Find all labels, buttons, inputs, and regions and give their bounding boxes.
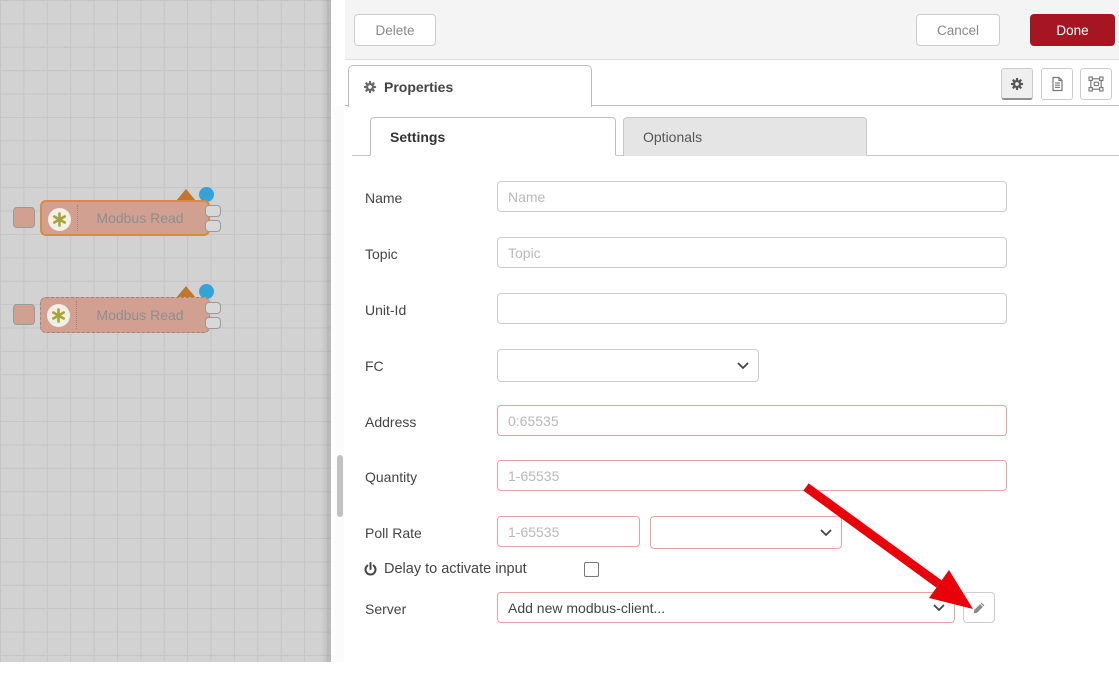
form-tab-bar: Settings Optionals: [352, 117, 1119, 156]
node-input-port[interactable]: [13, 304, 35, 325]
edit-node-panel: Delete Cancel Done Properties: [345, 0, 1119, 680]
server-select-value: Add new modbus-client...: [508, 600, 665, 616]
node-label: Modbus Read: [84, 202, 196, 234]
delete-button[interactable]: Delete: [354, 14, 436, 46]
address-label: Address: [365, 414, 416, 430]
unit-id-input[interactable]: [497, 293, 1007, 324]
flow-canvas[interactable]: Modbus Read: [0, 0, 331, 662]
node-red-editor: Modbus Read: [0, 0, 1119, 680]
fc-label: FC: [365, 358, 384, 374]
edit-description-button[interactable]: [1041, 68, 1073, 100]
doc-icon: [1050, 76, 1065, 92]
properties-tab-bar: Properties: [345, 60, 1119, 106]
quantity-label: Quantity: [365, 469, 417, 485]
server-select[interactable]: Add new modbus-client...: [497, 592, 955, 623]
chevron-down-icon: [933, 604, 945, 612]
gear-icon: [1010, 77, 1024, 91]
name-input[interactable]: [497, 181, 1007, 212]
fc-select[interactable]: [497, 349, 759, 382]
node-icon-divider: [76, 301, 77, 329]
gear-icon: [363, 80, 377, 94]
chevron-down-icon: [737, 362, 749, 370]
modbus-asterisk-icon: [48, 208, 71, 231]
appearance-icon: [1088, 76, 1104, 92]
edit-appearance-button[interactable]: [1080, 68, 1112, 100]
node-output-port-2[interactable]: [205, 317, 221, 329]
power-icon: [363, 562, 378, 577]
delay-activate-checkbox[interactable]: [584, 562, 599, 577]
optionals-tab-label: Optionals: [643, 129, 702, 145]
edit-properties-button[interactable]: [1001, 68, 1033, 100]
quantity-input[interactable]: [497, 460, 1007, 491]
node-output-port-1[interactable]: [205, 302, 221, 314]
tab-optionals[interactable]: Optionals: [623, 117, 867, 156]
topic-input[interactable]: [497, 237, 1007, 268]
server-label: Server: [365, 601, 406, 617]
tab-settings[interactable]: Settings: [370, 117, 616, 156]
flow-node-modbus-read-2[interactable]: Modbus Read: [13, 283, 235, 339]
tab-properties[interactable]: Properties: [348, 65, 592, 107]
panel-scrollbar-thumb[interactable]: [337, 455, 343, 517]
panel-scrollbar-track[interactable]: [334, 106, 344, 662]
node-input-port[interactable]: [13, 207, 35, 228]
name-label: Name: [365, 190, 402, 206]
poll-rate-unit-select[interactable]: [650, 516, 842, 549]
node-icon-divider: [77, 205, 78, 231]
poll-rate-label: Poll Rate: [365, 525, 422, 541]
properties-tab-label: Properties: [384, 79, 453, 95]
node-output-port-1[interactable]: [205, 205, 221, 217]
cancel-button[interactable]: Cancel: [916, 14, 1000, 46]
node-label: Modbus Read: [83, 298, 197, 332]
settings-tab-label: Settings: [390, 129, 445, 145]
poll-rate-input[interactable]: [497, 516, 640, 547]
delay-activate-label: Delay to activate input: [363, 561, 527, 577]
address-input[interactable]: [497, 405, 1007, 436]
edit-panel-header: Delete Cancel Done: [345, 0, 1119, 60]
server-edit-button[interactable]: [963, 592, 995, 623]
topic-label: Topic: [365, 246, 398, 262]
modbus-asterisk-icon: [47, 304, 70, 327]
flow-node-modbus-read-1[interactable]: Modbus Read: [13, 186, 235, 242]
pencil-icon: [972, 601, 986, 615]
node-output-port-2[interactable]: [205, 220, 221, 232]
done-button[interactable]: Done: [1030, 14, 1115, 46]
chevron-down-icon: [820, 529, 832, 537]
unit-id-label: Unit-Id: [365, 302, 406, 318]
